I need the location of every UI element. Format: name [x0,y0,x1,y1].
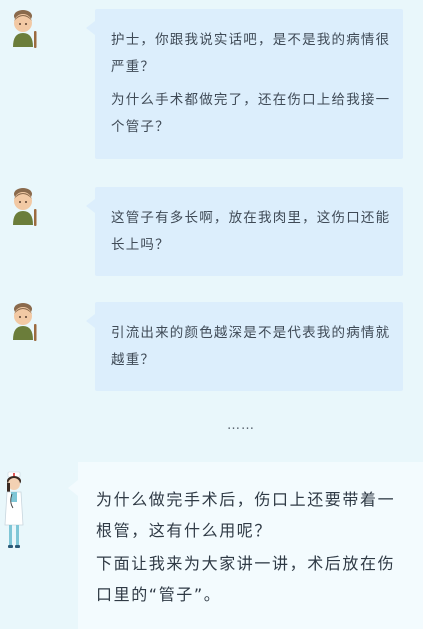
message-line: 引流出来的颜色越深是不是代表我的病情就越重？ [111,325,391,368]
message-line: 为什么做完手术后，伤口上还要带着一根管，这有什么用呢？ [96,490,396,540]
elderly-patient-avatar [13,188,37,226]
elderly-patient-avatar [13,303,37,341]
nurse-avatar [4,471,24,548]
ellipsis-separator: …… [227,418,255,433]
elderly-patient-avatar [13,10,37,48]
message-bubble: 护士，你跟我说实话吧，是不是我的病情很严重？ 为什么手术都做完了，还在伤口上给我… [86,9,403,159]
message-line: 这管子有多长啊，放在我肉里，这伤口还能长上吗？ [111,210,391,253]
nurse-message-bubble: 为什么做完手术后，伤口上还要带着一根管，这有什么用呢？ 下面让我来为大家讲一讲，… [68,462,423,629]
message-bubble: 引流出来的颜色越深是不是代表我的病情就越重？ [86,302,403,391]
message-line: 护士，你跟我说实话吧，是不是我的病情很严重？ [111,32,391,75]
message-bubble: 这管子有多长啊，放在我肉里，这伤口还能长上吗？ [86,187,403,276]
message-line: 为什么手术都做完了，还在伤口上给我接一个管子？ [111,92,391,135]
message-line: 下面让我来为大家讲一讲，术后放在伤口里的“管子”。 [96,554,396,604]
